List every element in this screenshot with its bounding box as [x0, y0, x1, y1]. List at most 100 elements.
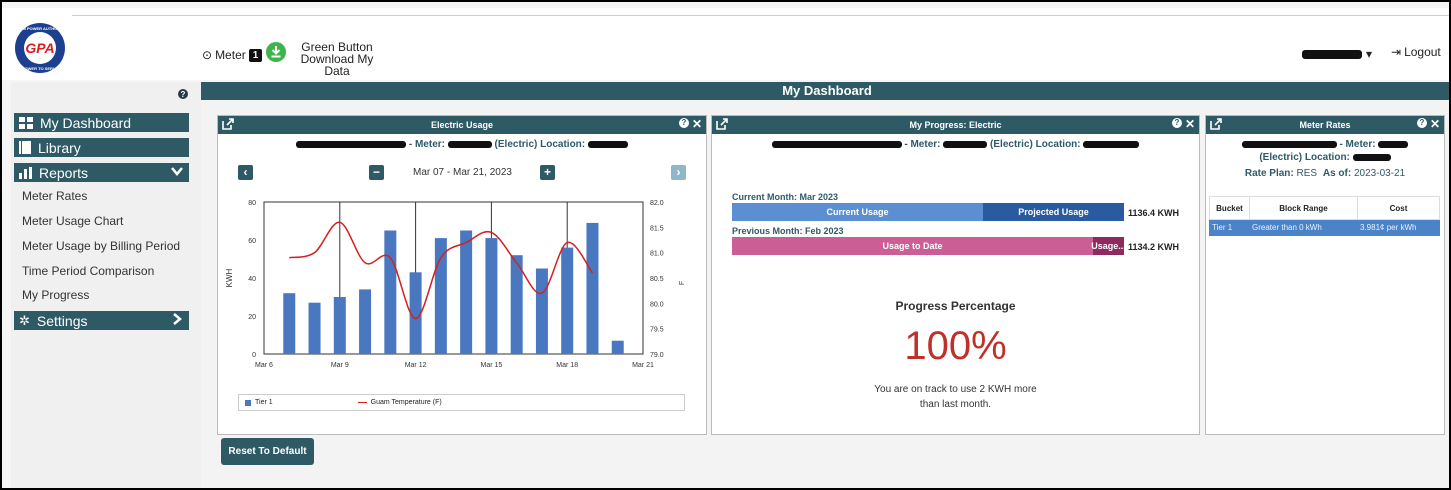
help-icon[interactable]: ?	[678, 118, 689, 128]
legend-item-tier-1[interactable]: Tier 1	[245, 399, 273, 406]
widget-header: My Progress: Electric ? ✕	[712, 116, 1199, 134]
progress-message: You are on track to use 2 KWH more than …	[712, 382, 1199, 412]
bar-tier-1	[333, 297, 346, 354]
widget-title: My Progress: Electric	[909, 120, 1002, 130]
current-month-value: 1136.4 KWH	[1128, 208, 1180, 218]
close-icon[interactable]: ✕	[1430, 118, 1440, 130]
meter-rates-table: Bucket Block Range Cost Tier 1 Greater t…	[1209, 196, 1440, 236]
date-range-label: Mar 07 - Mar 21, 2023	[413, 167, 512, 178]
current-month-label: Current Month: Mar 2023	[732, 192, 839, 202]
cell-bucket: Tier 1	[1209, 219, 1250, 236]
sidebar-item-reports[interactable]: Reports	[14, 163, 189, 182]
redacted-location	[587, 140, 628, 148]
download-icon[interactable]	[266, 42, 286, 62]
help-icon[interactable]: ?	[178, 89, 188, 99]
help-icon[interactable]: ?	[1416, 118, 1427, 128]
bar-tier-1	[359, 289, 372, 354]
y-tick-label: 60	[248, 238, 256, 245]
as-of-value: 2023-03-21	[1354, 168, 1406, 179]
meter-info-line: - Meter:	[1206, 138, 1444, 151]
previous-period-button[interactable]: ‹	[238, 165, 253, 180]
meter-text: - Meter:	[408, 139, 445, 150]
sidebar-subitem-my-progress[interactable]: My Progress	[22, 288, 89, 302]
svg-text:GPA: GPA	[25, 40, 54, 56]
usage-to-date-segment: Usage to Date	[732, 237, 1093, 255]
x-tick-label: Mar 12	[405, 362, 427, 369]
popout-icon[interactable]	[1210, 118, 1222, 136]
widget-header: Meter Rates ? ✕	[1206, 116, 1444, 134]
legend-swatch	[357, 402, 367, 403]
rate-plan-label: Rate Plan:	[1244, 168, 1294, 179]
table-row[interactable]: Tier 1 Greater than 0 kWh 3.981¢ per kWh	[1209, 219, 1440, 236]
meter-selector[interactable]: ⊙ Meter 1	[202, 48, 263, 62]
sidebar-subitem-time-period-comparison[interactable]: Time Period Comparison	[22, 264, 154, 278]
progress-title: Progress Percentage	[895, 299, 1016, 313]
close-icon[interactable]: ✕	[1185, 118, 1195, 130]
help-icon[interactable]: ?	[1171, 118, 1182, 128]
location-text: (Electric) Location:	[1259, 152, 1350, 163]
y2-tick-label: 80.0	[650, 301, 664, 308]
logout-button[interactable]: ⇥ Logout	[1391, 45, 1441, 59]
electric-usage-chart: Mar 6 Mar 9 Mar 12 Mar 15 Mar 18 Mar 21 0 20 40 6…	[225, 200, 686, 369]
zoom-in-button[interactable]: +	[540, 165, 555, 180]
meter-info-line: - Meter: (Electric) Location:	[712, 138, 1199, 151]
x-tick-label: Mar 15	[481, 362, 503, 369]
y-axis-label: KWH	[225, 268, 234, 287]
popout-icon[interactable]	[716, 118, 728, 136]
sidebar-subitem-meter-rates[interactable]: Meter Rates	[22, 189, 87, 203]
svg-text:?: ?	[181, 90, 186, 99]
sidebar-subitem-usage-by-billing-period[interactable]: Meter Usage by Billing Period	[22, 239, 180, 253]
meter-info-line: - Meter: (Electric) Location:	[218, 138, 706, 151]
sidebar-item-library[interactable]: Library	[14, 138, 189, 157]
chevron-right-icon: ›	[676, 165, 681, 179]
logout-label: Logout	[1404, 45, 1441, 59]
projected-usage-segment: Projected Usage	[983, 203, 1124, 221]
previous-month-label: Previous Month: Feb 2023	[732, 226, 844, 236]
clock-icon: ⊙	[202, 48, 213, 62]
progress-message-line1: You are on track to use 2 KWH more	[874, 384, 1037, 395]
page-title: My Dashboard	[201, 82, 1449, 100]
y2-tick-label: 79.5	[650, 327, 664, 334]
bar-chart-icon	[19, 166, 32, 179]
column-header-cost[interactable]: Cost	[1357, 196, 1440, 220]
y2-tick-label: 79.0	[650, 352, 664, 359]
next-period-button[interactable]: ›	[671, 165, 686, 180]
redacted-address	[1241, 140, 1337, 148]
y2-tick-label: 81.5	[650, 225, 664, 232]
gpa-logo-icon[interactable]: GPA GUAM POWER AUTHORITY POWER TO SERVE	[14, 22, 66, 74]
chevron-down-icon: ▾	[1366, 47, 1373, 61]
cell-block-range: Greater than 0 kWh	[1249, 219, 1358, 236]
electric-usage-widget: Electric Usage ? ✕ - Meter: (Electric) L…	[217, 115, 707, 435]
sidebar-item-settings[interactable]: ✲ Settings	[14, 311, 189, 330]
y2-tick-label: 81.0	[650, 251, 664, 258]
user-menu[interactable]: ▾	[1302, 47, 1372, 61]
sidebar-item-my-dashboard[interactable]: My Dashboard	[14, 113, 189, 132]
green-button-line2: Download My Data	[300, 52, 374, 78]
bar-tier-1	[561, 247, 574, 354]
y-tick-label: 20	[248, 314, 256, 321]
redacted-username	[1302, 49, 1362, 59]
cell-cost: 3.981¢ per kWh	[1357, 219, 1440, 236]
location-text: (Electric) Location:	[990, 139, 1081, 150]
close-icon[interactable]: ✕	[692, 118, 702, 130]
green-button-link[interactable]: Green Button Download My Data	[292, 41, 382, 77]
popout-icon[interactable]	[222, 118, 234, 136]
rate-plan-line: Rate Plan: RES As of: 2023-03-21	[1206, 167, 1444, 180]
legend-item-guam-temperature[interactable]: Guam Temperature (F)	[357, 399, 442, 406]
rate-plan-value: RES	[1296, 168, 1318, 179]
location-text: (Electric) Location:	[494, 139, 586, 150]
column-header-block-range[interactable]: Block Range	[1249, 196, 1358, 220]
reset-to-default-button[interactable]: Reset To Default	[221, 438, 314, 465]
chevron-left-icon: ‹	[243, 165, 248, 179]
y-tick-label: 0	[252, 352, 256, 359]
sidebar-item-label: Reports	[39, 164, 89, 181]
plot-area-border	[263, 201, 644, 355]
widget-title: Electric Usage	[430, 120, 494, 130]
bar-tier-1	[485, 238, 498, 354]
svg-text:POWER TO SERVE: POWER TO SERVE	[22, 66, 59, 71]
zoom-out-button[interactable]: −	[369, 165, 384, 180]
column-header-bucket[interactable]: Bucket	[1209, 196, 1250, 220]
sidebar-subitem-meter-usage-chart[interactable]: Meter Usage Chart	[22, 214, 123, 228]
progress-message-line2: than last month.	[919, 399, 992, 410]
widget-header: Electric Usage ? ✕	[218, 116, 706, 134]
